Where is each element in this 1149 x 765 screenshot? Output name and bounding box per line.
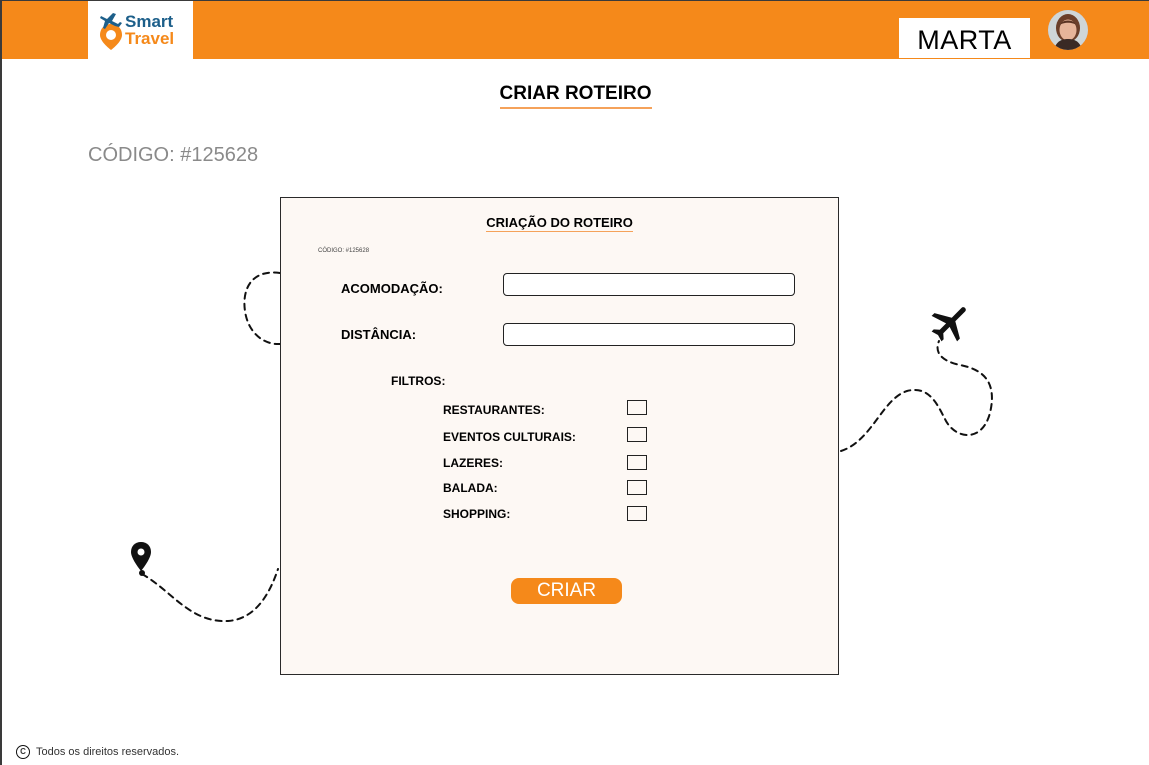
dashed-path-left-top (243, 271, 281, 346)
airplane-icon (931, 307, 966, 342)
checkbox-eventos-culturais[interactable] (627, 427, 647, 442)
distancia-label: DISTÂNCIA: (341, 327, 417, 342)
plane-pin-logo-icon (100, 13, 122, 50)
filter-label-lazeres: LAZERES: (443, 456, 503, 470)
form-title-text: CRIAÇÃO DO ROTEIRO (486, 215, 633, 232)
itinerary-form-card: CRIAÇÃO DO ROTEIRO CÓDIGO: #125628 ACOMO… (280, 197, 839, 675)
dashed-path-left-bottom (141, 568, 279, 623)
form-code: CÓDIGO: #125628 (318, 248, 370, 254)
checkbox-balada[interactable] (627, 480, 647, 495)
filtros-label: FILTROS: (391, 374, 446, 388)
smart-travel-logo[interactable]: Smart Travel (88, 1, 193, 59)
map-pin-icon (131, 542, 151, 576)
acomodacao-input[interactable] (503, 273, 795, 296)
acomodacao-label: ACOMODAÇÃO: (341, 281, 443, 296)
checkbox-restaurantes[interactable] (627, 400, 647, 415)
logo-text-travel: Travel (125, 29, 175, 48)
form-title: CRIAÇÃO DO ROTEIRO (281, 215, 838, 232)
criar-button[interactable]: CRIAR (511, 578, 622, 604)
filter-label-restaurantes: RESTAURANTES: (443, 403, 545, 417)
page-title-text: CRIAR ROTEIRO (499, 83, 652, 109)
page-title: CRIAR ROTEIRO (2, 83, 1149, 109)
page-code: CÓDIGO: #125628 (88, 144, 259, 166)
top-header: Smart Travel MARTA (2, 1, 1149, 59)
logo-text-smart: Smart (125, 12, 174, 31)
logo-wordmark: Smart Travel (125, 13, 174, 47)
dashed-path-right (840, 340, 993, 452)
footer: C Todos os direitos reservados. (16, 745, 179, 759)
footer-text: Todos os direitos reservados. (36, 746, 180, 758)
distancia-input[interactable] (503, 323, 795, 346)
copyright-icon: C (16, 745, 30, 759)
checkbox-lazeres[interactable] (627, 455, 647, 470)
checkbox-shopping[interactable] (627, 506, 647, 521)
filter-label-balada: BALADA: (443, 481, 498, 495)
user-avatar-icon (1048, 10, 1088, 50)
filter-label-shopping: SHOPPING: (443, 507, 511, 521)
user-name[interactable]: MARTA (899, 18, 1030, 58)
filter-label-eventos-culturais: EVENTOS CULTURAIS: (443, 430, 576, 444)
avatar[interactable] (1048, 10, 1088, 50)
